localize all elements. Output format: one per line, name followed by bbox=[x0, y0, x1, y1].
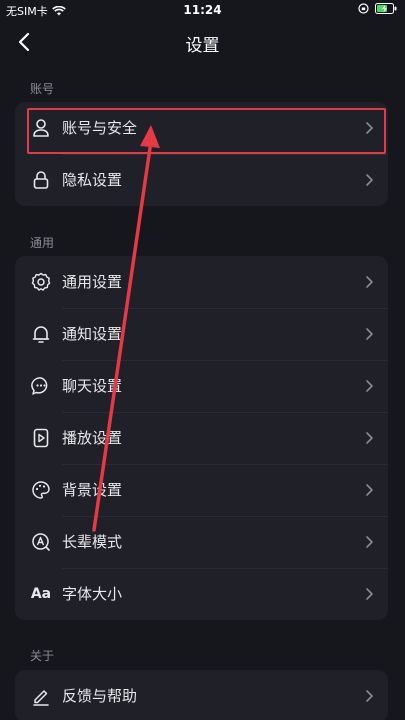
settings-item-label: 播放设置 bbox=[62, 429, 123, 447]
settings-item-label: 聊天设置 bbox=[62, 377, 123, 395]
annotation-highlight-box bbox=[27, 108, 386, 154]
chevron-right-icon bbox=[366, 690, 373, 702]
card-general: 通用设置 通知设置 聊天设置 播放设置 背景设置 长辈模式 Aa 字体大小 bbox=[15, 256, 388, 620]
chevron-right-icon bbox=[366, 174, 373, 186]
settings-screen: 无SIM卡 11:24 设置 账号 账号与安全 隐私设置 通用 通用设置 通知设… bbox=[0, 0, 405, 720]
font-size-icon: Aa bbox=[30, 586, 52, 602]
settings-item-privacy[interactable]: 隐私设置 bbox=[15, 154, 388, 206]
status-bar: 无SIM卡 11:24 bbox=[0, 0, 405, 22]
page-title: 设置 bbox=[185, 36, 220, 56]
card-about: 反馈与帮助 bbox=[15, 670, 388, 720]
gear-icon bbox=[30, 271, 52, 293]
settings-item-general[interactable]: 通用设置 bbox=[15, 256, 388, 308]
settings-item-feedback[interactable]: 反馈与帮助 bbox=[15, 670, 388, 720]
battery-icon bbox=[375, 3, 397, 14]
status-time: 11:24 bbox=[183, 3, 222, 17]
settings-item-label: 背景设置 bbox=[62, 481, 123, 499]
palette-icon bbox=[30, 479, 52, 501]
chevron-right-icon bbox=[366, 588, 373, 600]
settings-item-background[interactable]: 背景设置 bbox=[15, 464, 388, 516]
status-right bbox=[358, 3, 397, 14]
pencil-icon bbox=[30, 685, 52, 707]
nav-bar: 设置 bbox=[0, 22, 405, 62]
section-title-general: 通用 bbox=[30, 236, 55, 250]
chevron-right-icon bbox=[366, 536, 373, 548]
settings-item-label: 长辈模式 bbox=[62, 533, 123, 551]
chevron-right-icon bbox=[366, 380, 373, 392]
settings-item-label: 通用设置 bbox=[62, 273, 123, 291]
settings-item-label: 隐私设置 bbox=[62, 171, 123, 189]
settings-item-label: 字体大小 bbox=[62, 585, 123, 603]
settings-item-playback[interactable]: 播放设置 bbox=[15, 412, 388, 464]
settings-item-font-size[interactable]: Aa 字体大小 bbox=[15, 568, 388, 620]
settings-item-chat[interactable]: 聊天设置 bbox=[15, 360, 388, 412]
settings-item-notifications[interactable]: 通知设置 bbox=[15, 308, 388, 360]
section-title-account: 账号 bbox=[30, 82, 55, 96]
section-title-about: 关于 bbox=[30, 649, 55, 663]
orientation-lock-icon bbox=[358, 3, 369, 14]
play-icon bbox=[30, 427, 52, 449]
chevron-right-icon bbox=[366, 484, 373, 496]
settings-item-label: 反馈与帮助 bbox=[62, 687, 138, 705]
elder-mode-icon bbox=[30, 531, 52, 553]
lock-icon bbox=[30, 169, 52, 191]
settings-item-label: 通知设置 bbox=[62, 325, 123, 343]
bell-icon bbox=[30, 323, 52, 345]
chevron-right-icon bbox=[366, 276, 373, 288]
chat-bubble-icon bbox=[30, 375, 52, 397]
chevron-right-icon bbox=[366, 432, 373, 444]
settings-item-elder-mode[interactable]: 长辈模式 bbox=[15, 516, 388, 568]
chevron-right-icon bbox=[366, 328, 373, 340]
